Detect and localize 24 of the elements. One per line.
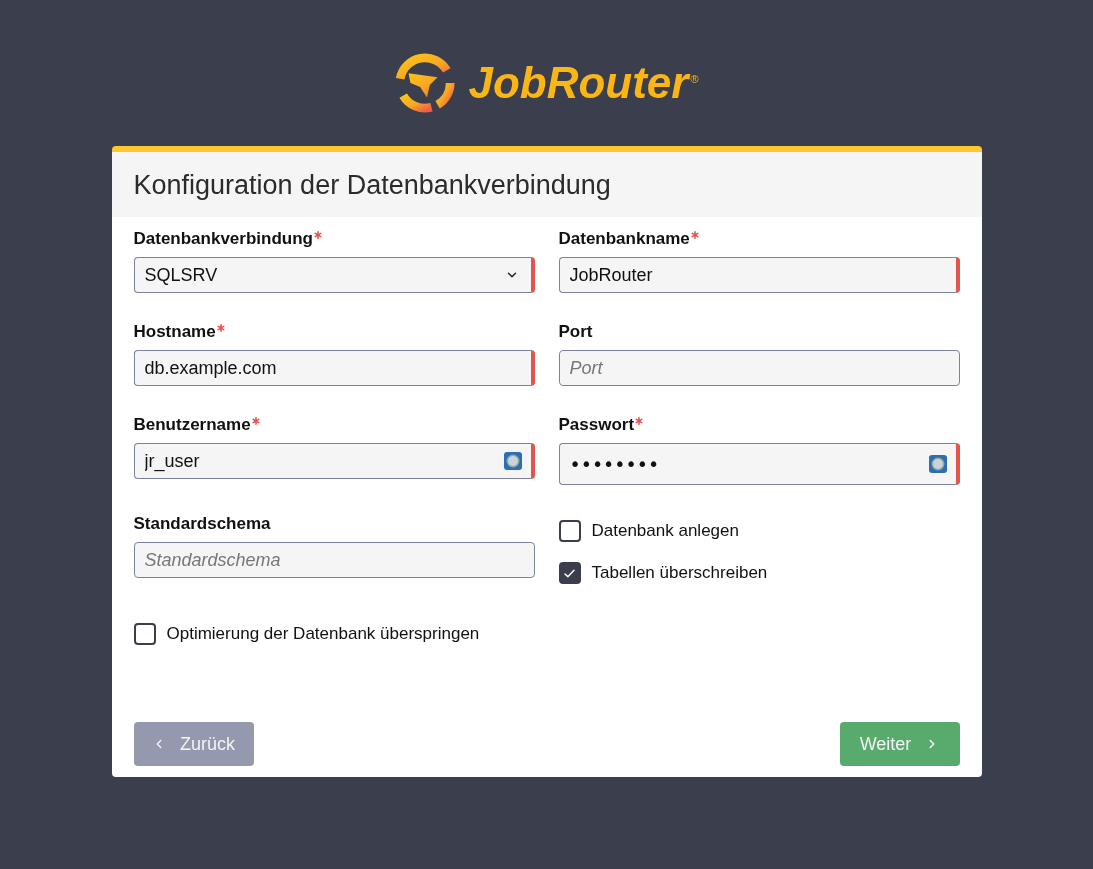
registered-mark: ® xyxy=(690,73,699,85)
field-label: Datenbankname xyxy=(558,229,690,249)
check-icon xyxy=(564,568,575,578)
checkbox[interactable] xyxy=(133,623,156,645)
field-label: Port xyxy=(558,322,593,342)
checkbox[interactable] xyxy=(558,562,581,584)
text-field[interactable]: db.example.com xyxy=(133,350,535,386)
text-field[interactable]: Standardschema xyxy=(133,542,535,578)
checkbox[interactable] xyxy=(558,520,581,542)
text-field[interactable]: JobRouter xyxy=(558,257,960,293)
select-field[interactable]: SQLSRV xyxy=(133,257,535,293)
password-field[interactable]: •••••••• xyxy=(558,443,960,485)
logo-icon xyxy=(394,52,457,114)
field-label: Benutzername xyxy=(133,415,251,435)
text-field[interactable]: jr_user xyxy=(133,443,535,479)
field-label: Datenbankverbindung xyxy=(133,229,313,249)
field-label: Passwort xyxy=(558,415,635,435)
text-field[interactable]: Port xyxy=(558,350,960,386)
card-title: Konfiguration der Datenbankverbindung xyxy=(133,168,611,201)
checkbox-label: Optimierung der Datenbank überspringen xyxy=(166,623,480,645)
checkbox-label: Datenbank anlegen xyxy=(591,520,739,542)
field-label: Standardschema xyxy=(133,514,271,534)
field-label: Hostname xyxy=(133,322,216,342)
checkbox-label: Tabellen überschreiben xyxy=(591,562,768,584)
